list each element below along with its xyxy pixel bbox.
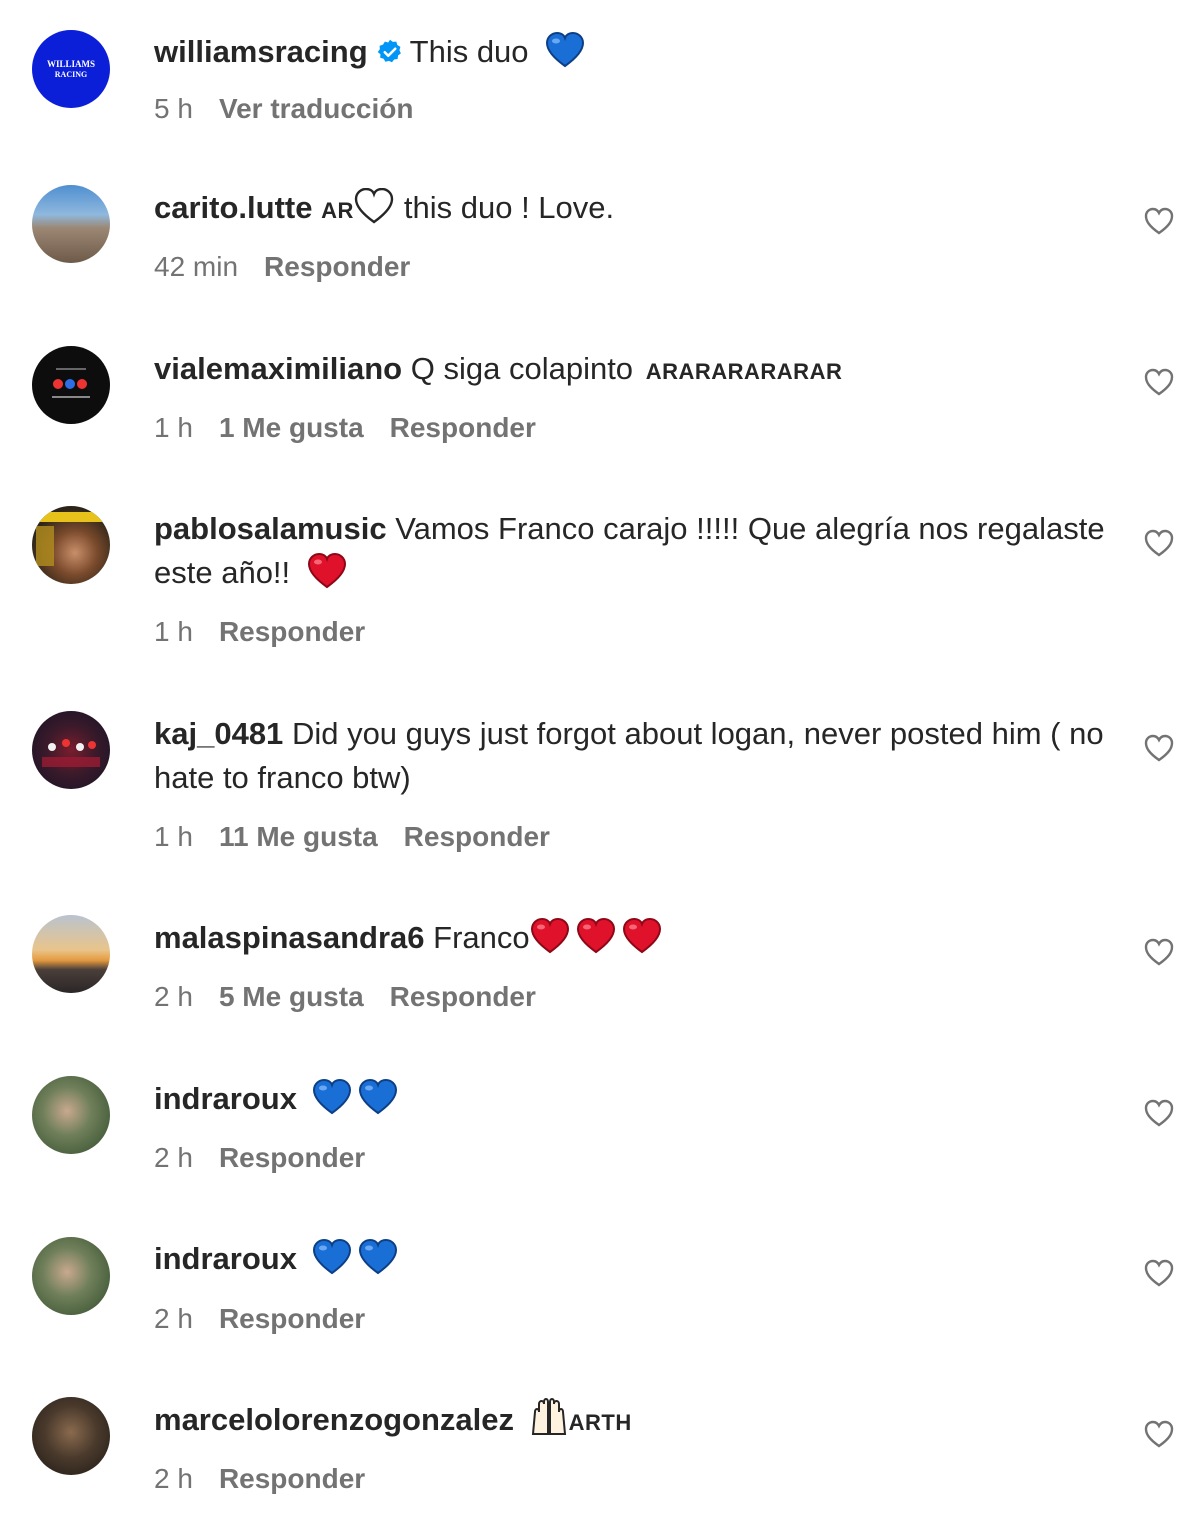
username[interactable]: carito.lutte <box>154 190 312 225</box>
blue-heart-icon <box>358 1238 398 1287</box>
avatar[interactable] <box>32 711 110 789</box>
reply-link[interactable]: Responder <box>219 1142 365 1173</box>
comment-text: malaspinasandra6 Franco <box>154 916 1114 966</box>
comment-text: kaj_0481 Did you guys just forgot about … <box>154 712 1114 800</box>
username[interactable]: vialemaximiliano <box>154 351 402 386</box>
username[interactable]: kaj_0481 <box>154 716 283 751</box>
red-heart-icon <box>307 552 347 601</box>
username[interactable]: indraroux <box>154 1241 297 1276</box>
comment-body: this duo ! Love. <box>403 190 615 225</box>
comment-body: This duo <box>409 34 529 69</box>
comment-meta: 2 h Responder <box>154 1463 391 1495</box>
comment-meta: 2 h Responder <box>154 1303 391 1335</box>
comment-text: indraroux <box>154 1077 1114 1127</box>
like-heart-icon[interactable] <box>1144 1259 1174 1287</box>
like-heart-icon[interactable] <box>1144 1420 1174 1448</box>
avatar-logo-text: WILLIAMS <box>47 59 95 69</box>
reply-link[interactable]: Responder <box>219 616 365 647</box>
comment-body: Franco <box>433 920 530 955</box>
raised-hands-icon <box>529 1398 569 1448</box>
avatar[interactable] <box>32 506 110 584</box>
flag-label: ARTH <box>568 1410 632 1435</box>
comment-text: carito.lutte AR this duo ! Love. <box>154 186 1114 236</box>
comment-meta: 5 h Ver traducción <box>154 93 439 125</box>
comment-meta: 1 h 11 Me gusta Responder <box>154 821 576 853</box>
username[interactable]: pablosalamusic <box>154 511 387 546</box>
avatar[interactable] <box>32 1076 110 1154</box>
comment-meta: 2 h Responder <box>154 1142 391 1174</box>
reply-link[interactable]: Responder <box>404 821 550 852</box>
comment-meta: 42 min Responder <box>154 251 436 283</box>
timestamp: 1 h <box>154 412 193 443</box>
timestamp: 2 h <box>154 981 193 1012</box>
verified-badge-icon <box>376 34 404 78</box>
timestamp: 2 h <box>154 1463 193 1494</box>
timestamp: 2 h <box>154 1142 193 1173</box>
reply-link[interactable]: Responder <box>219 1463 365 1494</box>
red-heart-icon <box>576 917 616 966</box>
red-heart-icon <box>622 917 662 966</box>
timestamp: 5 h <box>154 93 193 124</box>
comment-meta: 1 h Responder <box>154 616 391 648</box>
username[interactable]: marcelolorenzogonzalez <box>154 1402 514 1437</box>
username[interactable]: malaspinasandra6 <box>154 920 425 955</box>
avatar[interactable] <box>32 346 110 424</box>
likes-count[interactable]: 5 Me gusta <box>219 981 364 1012</box>
like-heart-icon[interactable] <box>1144 1099 1174 1127</box>
reply-link[interactable]: Responder <box>390 412 536 443</box>
username[interactable]: williamsracing <box>154 34 368 69</box>
avatar[interactable] <box>32 1237 110 1315</box>
comment-text: indraroux <box>154 1237 1114 1287</box>
comment-body: Did you guys just forgot about logan, ne… <box>154 716 1104 795</box>
flag-label: ARARARARARAR <box>645 359 843 384</box>
comment-meta: 1 h 1 Me gusta Responder <box>154 412 562 444</box>
blue-heart-icon <box>358 1078 398 1127</box>
avatar[interactable] <box>32 915 110 993</box>
likes-count[interactable]: 1 Me gusta <box>219 412 364 443</box>
avatar[interactable]: WILLIAMS RACING <box>32 30 110 108</box>
avatar[interactable] <box>32 185 110 263</box>
username[interactable]: indraroux <box>154 1081 297 1116</box>
svg-text:RACING: RACING <box>55 70 87 79</box>
blue-heart-icon <box>545 31 585 80</box>
comment-text: williamsracing This duo <box>154 30 1114 80</box>
translate-link[interactable]: Ver traducción <box>219 93 414 124</box>
reply-link[interactable]: Responder <box>219 1303 365 1334</box>
timestamp: 1 h <box>154 821 193 852</box>
likes-count[interactable]: 11 Me gusta <box>219 821 378 852</box>
flag-label: AR <box>321 198 354 223</box>
reply-link[interactable]: Responder <box>264 251 410 282</box>
comment-text: pablosalamusic Vamos Franco carajo !!!!!… <box>154 507 1114 601</box>
comment-text: marcelolorenzogonzalez ARTH <box>154 1398 1114 1448</box>
comment-body: Q siga colapinto <box>410 351 634 386</box>
timestamp: 1 h <box>154 616 193 647</box>
reply-link[interactable]: Responder <box>390 981 536 1012</box>
timestamp: 42 min <box>154 251 239 282</box>
timestamp: 2 h <box>154 1303 193 1334</box>
red-heart-icon <box>530 917 570 966</box>
blue-heart-icon <box>312 1238 352 1287</box>
like-heart-icon[interactable] <box>1144 368 1174 396</box>
like-heart-icon[interactable] <box>1144 207 1174 235</box>
blue-heart-icon <box>312 1078 352 1127</box>
like-heart-icon[interactable] <box>1144 734 1174 762</box>
like-heart-icon[interactable] <box>1144 938 1174 966</box>
avatar[interactable] <box>32 1397 110 1475</box>
white-heart-icon <box>354 187 394 236</box>
comment-text: vialemaximiliano Q siga colapinto ARARAR… <box>154 347 1114 394</box>
comment-meta: 2 h 5 Me gusta Responder <box>154 981 562 1013</box>
like-heart-icon[interactable] <box>1144 529 1174 557</box>
